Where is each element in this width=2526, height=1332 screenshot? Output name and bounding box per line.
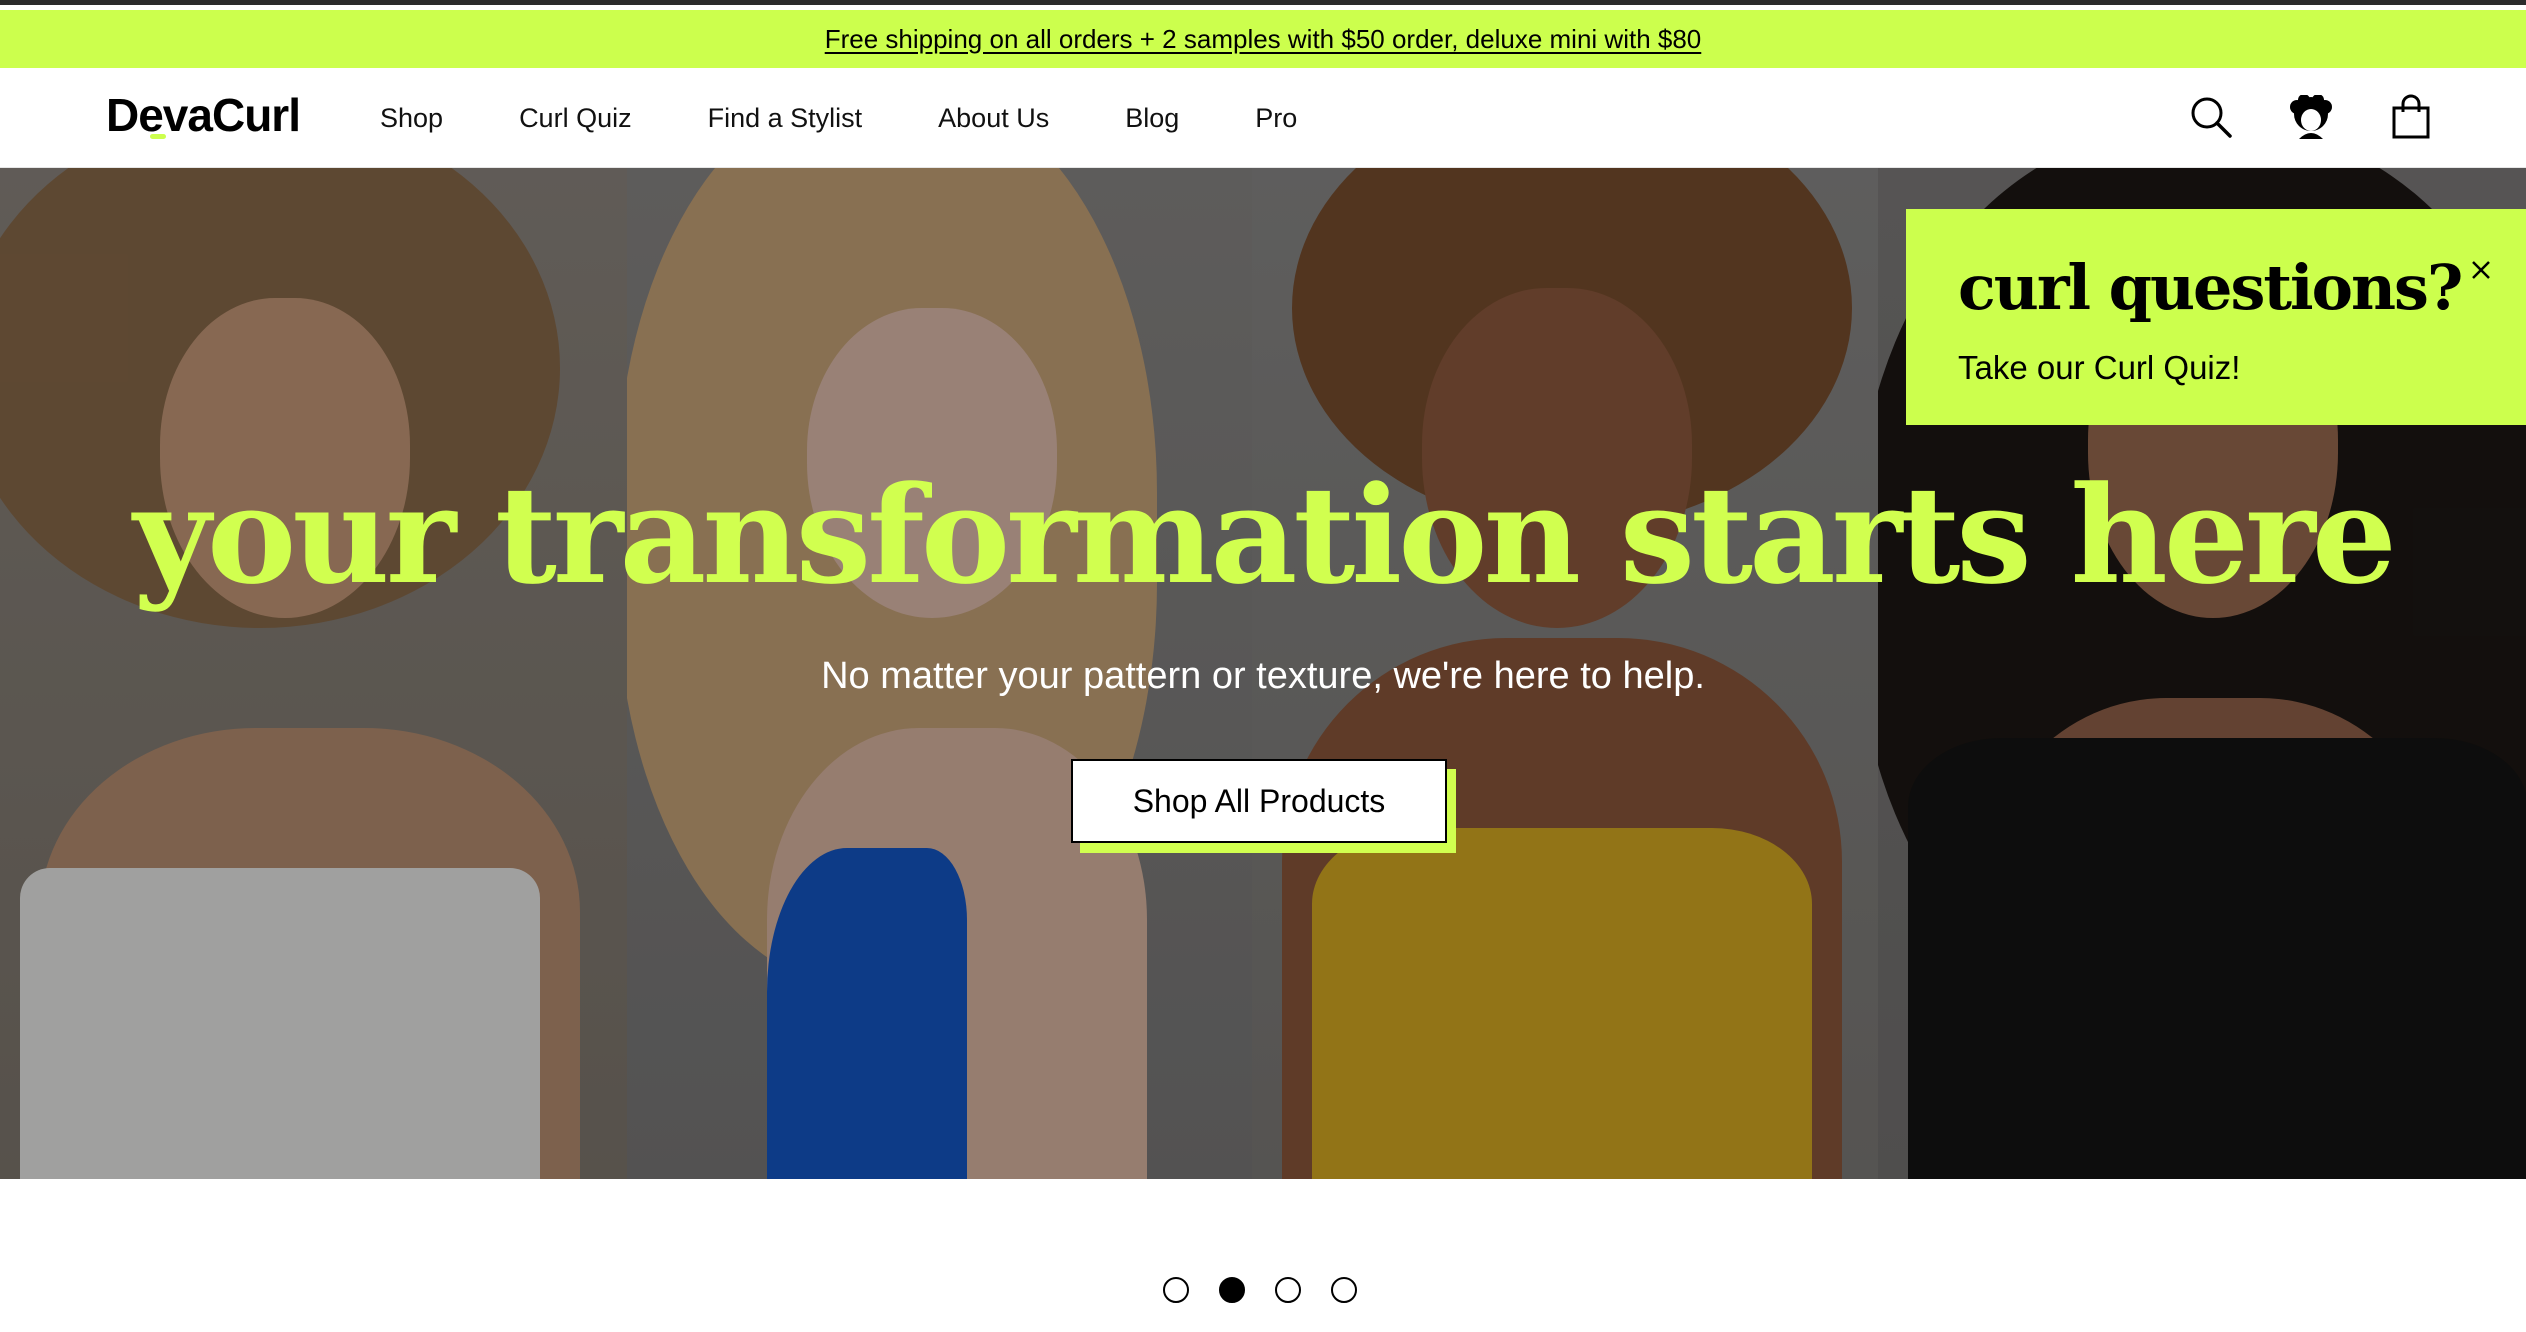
promo-link[interactable]: Free shipping on all orders + 2 samples … — [825, 24, 1702, 55]
carousel-dot-1[interactable] — [1163, 1277, 1189, 1303]
nav-item-shop[interactable]: Shop — [380, 103, 443, 134]
account-icon[interactable] — [2288, 92, 2334, 142]
nav-item-curl-quiz[interactable]: Curl Quiz — [519, 103, 632, 134]
carousel-dot-3[interactable] — [1275, 1277, 1301, 1303]
close-icon[interactable] — [2466, 255, 2496, 285]
search-icon[interactable] — [2188, 92, 2234, 142]
curl-quiz-popup[interactable]: curl questions? Take our Curl Quiz! — [1906, 209, 2526, 425]
curl-quiz-link[interactable]: Take our Curl Quiz! — [1958, 349, 2240, 387]
logo[interactable]: DevaCurl — [106, 88, 301, 142]
nav-item-pro[interactable]: Pro — [1255, 103, 1297, 134]
shopping-bag-icon[interactable] — [2388, 92, 2434, 142]
shop-all-products-button[interactable]: Shop All Products — [1071, 759, 1447, 843]
nav-item-blog[interactable]: Blog — [1125, 103, 1179, 134]
carousel-dot-4[interactable] — [1331, 1277, 1357, 1303]
carousel-dot-2[interactable] — [1219, 1277, 1245, 1303]
carousel-dots — [1163, 1277, 1357, 1303]
promo-bar: Free shipping on all orders + 2 samples … — [0, 10, 2526, 68]
header-icons — [2188, 92, 2434, 142]
nav-item-find-a-stylist[interactable]: Find a Stylist — [708, 103, 863, 134]
nav-item-about-us[interactable]: About Us — [938, 103, 1049, 134]
hero-headline: your transformation starts here — [133, 456, 2397, 614]
logo-accent — [150, 134, 166, 139]
main-nav: Shop Curl Quiz Find a Stylist About Us B… — [380, 68, 1297, 168]
hero-subhead: No matter your pattern or texture, we're… — [821, 655, 1705, 697]
popup-title: curl questions? — [1958, 251, 2463, 324]
site-header: DevaCurl Shop Curl Quiz Find a Stylist A… — [0, 68, 2526, 168]
cta-container: Shop All Products — [1071, 759, 1459, 853]
